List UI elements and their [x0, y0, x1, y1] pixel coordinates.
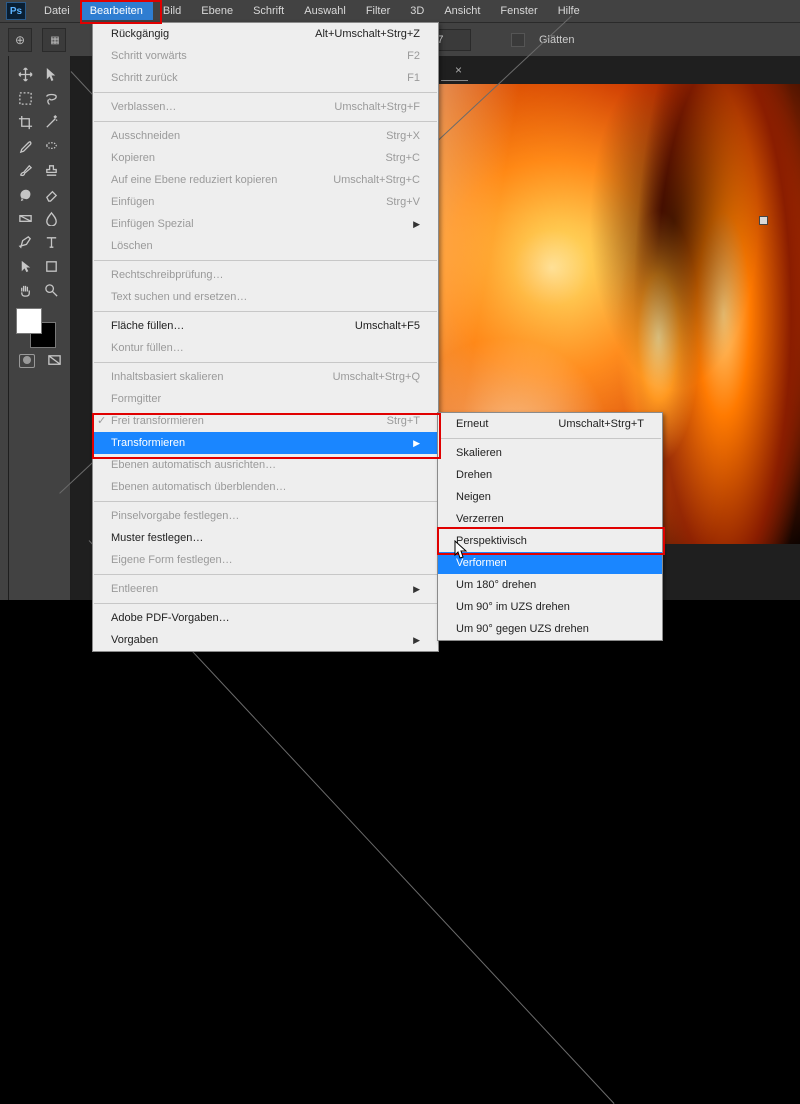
shape-tool[interactable] — [40, 256, 62, 276]
edit-menu-item-2: Schritt zurückF1 — [93, 67, 438, 89]
edit-menu-item-8: Auf eine Ebene reduziert kopierenUmschal… — [93, 169, 438, 191]
edit-menu-item-6: AusschneidenStrg+X — [93, 125, 438, 147]
hand-tool[interactable] — [14, 280, 36, 300]
edit-menu-item-9: EinfügenStrg+V — [93, 191, 438, 213]
close-icon[interactable]: × — [455, 63, 462, 77]
eraser-tool[interactable] — [40, 184, 62, 204]
edit-menu-item-14: Text suchen und ersetzen… — [93, 286, 438, 308]
edit-menu-item-20: Formgitter — [93, 388, 438, 410]
wand-tool[interactable] — [40, 112, 62, 132]
transform-submenu-item-8[interactable]: Um 180° drehen — [438, 574, 662, 596]
edit-menu-item-24: Ebenen automatisch überblenden… — [93, 476, 438, 498]
fg-color-swatch[interactable] — [16, 308, 42, 334]
menu-schrift[interactable]: Schrift — [243, 2, 294, 20]
edit-menu-item-32[interactable]: Adobe PDF-Vorgaben… — [93, 607, 438, 629]
transform-submenu-item-3[interactable]: Drehen — [438, 464, 662, 486]
app-logo: Ps — [6, 2, 26, 20]
transform-submenu-item-9[interactable]: Um 90° im UZS drehen — [438, 596, 662, 618]
move-tool[interactable] — [14, 64, 36, 84]
transform-submenu: ErneutUmschalt+Strg+T SkalierenDrehenNeig… — [437, 412, 663, 641]
color-swatches[interactable] — [16, 308, 56, 348]
path-select-tool[interactable] — [14, 256, 36, 276]
transform-submenu-item-10[interactable]: Um 90° gegen UZS drehen — [438, 618, 662, 640]
edit-menu-item-0[interactable]: RückgängigAlt+Umschalt+Strg+Z — [93, 23, 438, 45]
transform-handle[interactable] — [759, 216, 768, 225]
gradient-tool[interactable] — [14, 208, 36, 228]
type-tool[interactable] — [40, 232, 62, 252]
edit-menu-item-16[interactable]: Fläche füllen…Umschalt+F5 — [93, 315, 438, 337]
brush-tool[interactable] — [14, 160, 36, 180]
edit-menu-item-1: Schritt vorwärtsF2 — [93, 45, 438, 67]
tool-grid-icon[interactable]: ▦ — [42, 28, 66, 52]
menu-bild[interactable]: Bild — [153, 2, 191, 20]
document-tab[interactable]: × — [441, 60, 468, 81]
edit-menu-item-17: Kontur füllen… — [93, 337, 438, 359]
edit-menu-item-26: Pinselvorgabe festlegen… — [93, 505, 438, 527]
history-brush-tool[interactable] — [14, 184, 36, 204]
edit-menu-item-22[interactable]: Transformieren▶ — [93, 432, 438, 454]
patch-tool[interactable] — [40, 136, 62, 156]
transform-submenu-item-2[interactable]: Skalieren — [438, 442, 662, 464]
edit-menu-item-11: Löschen — [93, 235, 438, 257]
edit-menu-item-21: Frei transformieren✓Strg+T — [93, 410, 438, 432]
zoom-tool[interactable] — [40, 280, 62, 300]
edit-menu-item-27[interactable]: Muster festlegen… — [93, 527, 438, 549]
edit-menu-item-10: Einfügen Spezial▶ — [93, 213, 438, 235]
stamp-tool[interactable] — [40, 160, 62, 180]
edit-menu-item-19: Inhaltsbasiert skalierenUmschalt+Strg+Q — [93, 366, 438, 388]
transform-submenu-item-7[interactable]: Verformen — [438, 552, 662, 574]
menu-bearbeiten[interactable]: Bearbeiten — [80, 2, 153, 20]
crop-tool[interactable] — [14, 112, 36, 132]
edit-menu-item-23: Ebenen automatisch ausrichten… — [93, 454, 438, 476]
edit-menu-item-4: Verblassen…Umschalt+Strg+F — [93, 96, 438, 118]
cursor-icon — [454, 540, 468, 560]
menu-ansicht[interactable]: Ansicht — [434, 2, 490, 20]
menu-bar: Ps DateiBearbeitenBildEbeneSchriftAuswah… — [0, 0, 800, 22]
transform-ref-icon[interactable]: ⊕ — [8, 28, 32, 52]
edit-menu-item-7: KopierenStrg+C — [93, 147, 438, 169]
edit-menu-item-30: Entleeren▶ — [93, 578, 438, 600]
quickmask-toggle[interactable] — [16, 352, 38, 370]
transform-submenu-item-5[interactable]: Verzerren — [438, 508, 662, 530]
antialias-checkbox[interactable] — [511, 33, 525, 47]
edit-menu-item-28: Eigene Form festlegen… — [93, 549, 438, 571]
edit-menu-item-13: Rechtschreibprüfung… — [93, 264, 438, 286]
tools-panel — [9, 56, 71, 600]
edit-menu-item-33[interactable]: Vorgaben▶ — [93, 629, 438, 651]
menu-ebene[interactable]: Ebene — [191, 2, 243, 20]
palette-strip[interactable] — [0, 56, 9, 600]
transform-submenu-item-6[interactable]: Perspektivisch — [438, 530, 662, 552]
marquee-tool[interactable] — [14, 88, 36, 108]
menu-fenster[interactable]: Fenster — [490, 2, 547, 20]
menu-auswahl[interactable]: Auswahl — [294, 2, 356, 20]
transform-submenu-item-4[interactable]: Neigen — [438, 486, 662, 508]
transform-submenu-item-0[interactable]: ErneutUmschalt+Strg+T — [438, 413, 662, 435]
menu-3d[interactable]: 3D — [400, 2, 434, 20]
blur-tool[interactable] — [40, 208, 62, 228]
lasso-tool[interactable] — [40, 88, 62, 108]
eyedropper-tool[interactable] — [14, 136, 36, 156]
pen-tool[interactable] — [14, 232, 36, 252]
screenmode-toggle[interactable] — [43, 350, 65, 370]
menu-datei[interactable]: Datei — [34, 2, 80, 20]
menu-filter[interactable]: Filter — [356, 2, 400, 20]
edit-menu-dropdown: RückgängigAlt+Umschalt+Strg+ZSchritt vor… — [92, 22, 439, 652]
pointer-tool[interactable] — [40, 64, 62, 84]
